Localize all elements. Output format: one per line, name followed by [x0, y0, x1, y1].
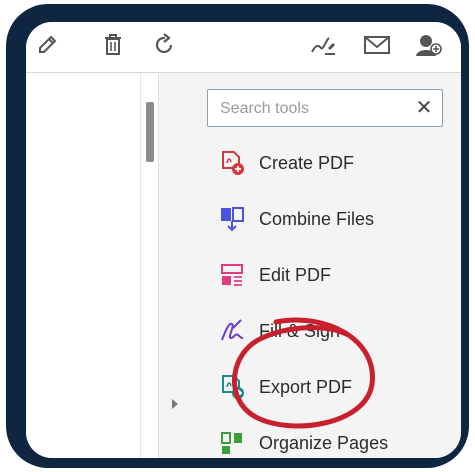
tools-panel: ✕ Create PDF Combine Files Edit PDF Fill: [191, 73, 461, 458]
mail-icon[interactable]: [362, 30, 392, 60]
edit-icon[interactable]: [34, 30, 64, 60]
edit-pdf-icon: [219, 262, 245, 288]
search-input[interactable]: [218, 98, 412, 120]
tool-combine-files[interactable]: Combine Files: [219, 201, 449, 237]
top-toolbar: [26, 22, 461, 73]
tool-label: Export PDF: [259, 376, 353, 397]
tool-create-pdf[interactable]: Create PDF: [219, 145, 449, 181]
app-window: ✕ Create PDF Combine Files Edit PDF Fill: [26, 22, 461, 458]
export-pdf-icon: [219, 374, 245, 400]
create-pdf-icon: [219, 150, 245, 176]
tool-fill-sign[interactable]: Fill & Sign: [219, 313, 449, 349]
scrollbar-thumb[interactable]: [146, 102, 154, 162]
tool-label: Fill & Sign: [259, 320, 341, 341]
panel-collapse-strip[interactable]: [158, 73, 192, 458]
trash-icon[interactable]: [98, 30, 128, 60]
rotate-icon[interactable]: [150, 30, 180, 60]
fill-sign-icon: [219, 318, 245, 344]
document-pane[interactable]: [26, 73, 140, 458]
combine-files-icon: [219, 206, 245, 232]
expand-arrow-icon[interactable]: [172, 399, 178, 409]
tool-label: Combine Files: [259, 208, 375, 229]
tool-label: Organize Pages: [259, 432, 389, 453]
tool-edit-pdf[interactable]: Edit PDF: [219, 257, 449, 293]
close-icon[interactable]: ✕: [414, 96, 434, 120]
add-user-icon[interactable]: [414, 30, 444, 60]
search-box[interactable]: ✕: [207, 89, 443, 127]
tool-export-pdf[interactable]: Export PDF: [219, 369, 449, 405]
tool-label: Edit PDF: [259, 264, 332, 285]
organize-pages-icon: [219, 430, 245, 456]
tool-label: Create PDF: [259, 152, 355, 173]
tool-organize-pages[interactable]: Organize Pages: [219, 425, 449, 458]
sign-icon[interactable]: [308, 30, 338, 60]
